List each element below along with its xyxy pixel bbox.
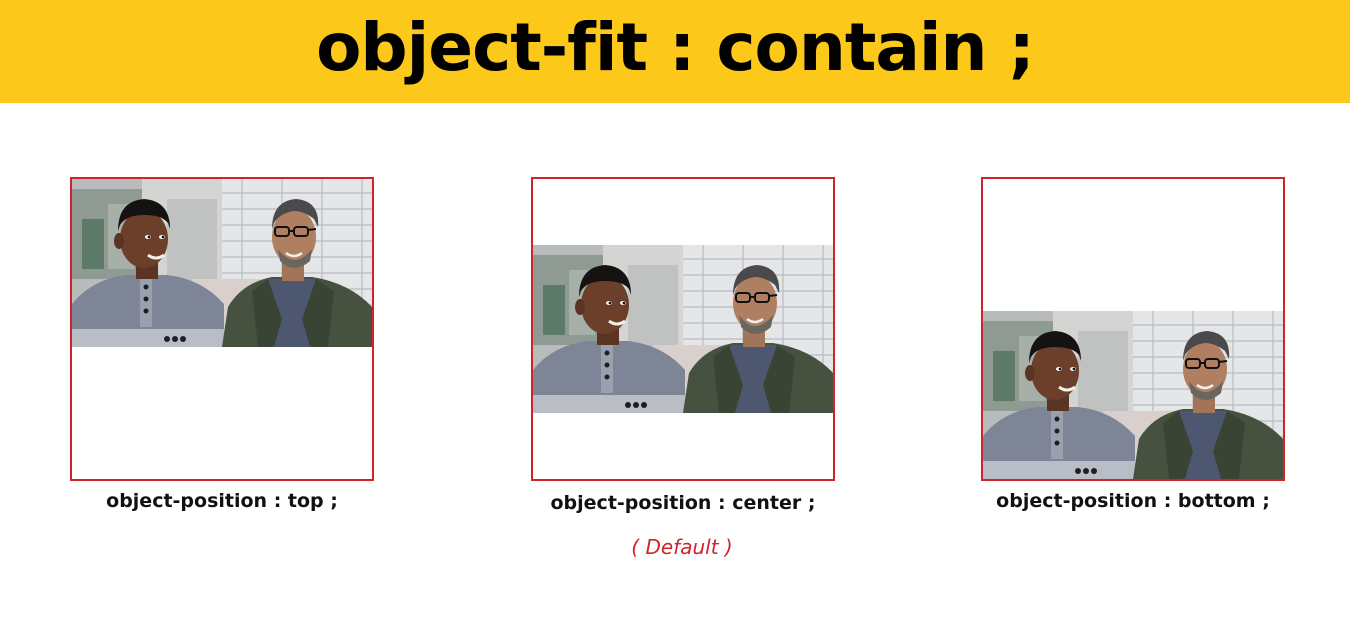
page-title: object-fit : contain ; [316,9,1035,86]
caption-top: object-position : top ; [106,490,338,512]
image-frame-center [531,177,835,481]
photo-top-aligned [72,179,372,347]
two-men-seated-photo [983,311,1283,479]
caption-center: object-position : center ; [550,492,816,514]
two-men-seated-photo [533,245,833,413]
photo-center-aligned [533,245,833,413]
two-men-seated-photo [72,179,372,347]
default-note: ( Default ) [631,535,733,559]
title-banner: object-fit : contain ; [0,0,1350,103]
caption-bottom: object-position : bottom ; [996,490,1270,512]
photo-bottom-aligned [983,311,1283,479]
image-frame-top [70,177,374,481]
image-frame-bottom [981,177,1285,481]
